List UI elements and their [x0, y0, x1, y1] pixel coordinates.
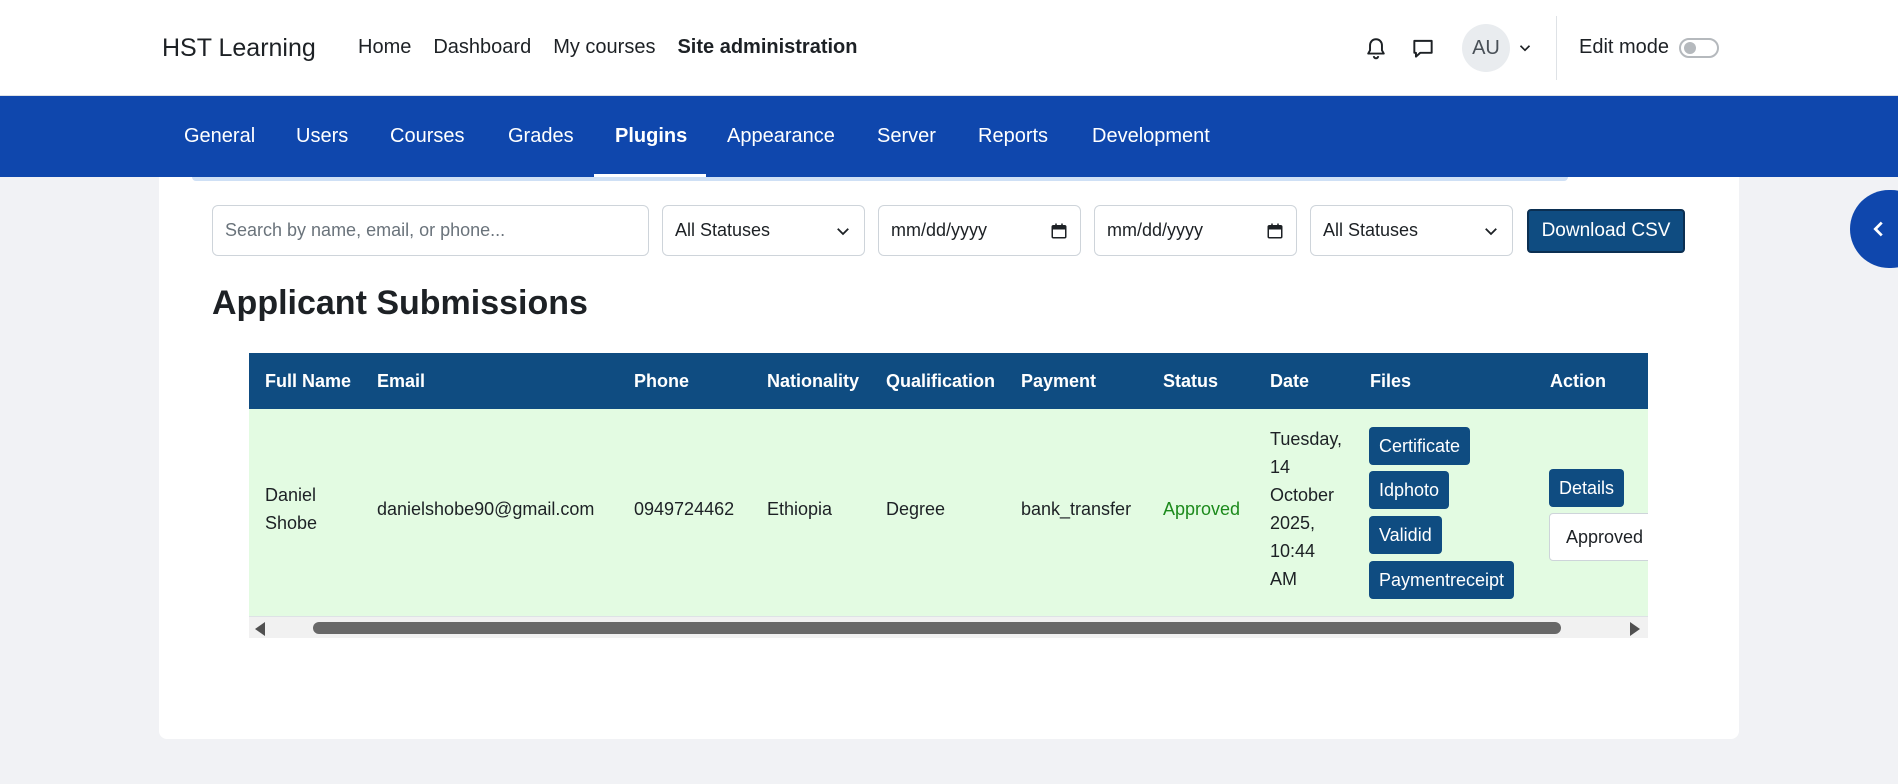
top-navbar: HST Learning Home Dashboard My courses S… — [0, 0, 1898, 96]
date-from-value: mm/dd/yyyy — [891, 220, 988, 240]
tab-users[interactable]: Users — [296, 96, 348, 177]
chevron-down-icon — [1485, 227, 1497, 235]
file-idphoto-button[interactable]: Idphoto — [1369, 471, 1450, 509]
col-qualification: Qualification — [886, 370, 996, 391]
date-line: Tuesday, — [1270, 429, 1343, 449]
tab-appearance[interactable]: Appearance — [727, 96, 835, 177]
calendar-icon[interactable] — [1266, 222, 1284, 240]
chevron-down-icon — [837, 227, 849, 235]
cell-qualification: Degree — [886, 499, 946, 519]
scroll-left-arrow[interactable] — [255, 622, 265, 636]
divider — [1556, 16, 1557, 80]
date-line: 2025, — [1270, 513, 1316, 533]
table-row: Daniel Shobe danielshobe90@gmail.com 094… — [249, 409, 1648, 617]
date-line: AM — [1270, 569, 1297, 589]
status-filter-select[interactable]: All Statuses — [662, 205, 865, 256]
status-filter-value: All Statuses — [675, 220, 771, 240]
search-input[interactable]: Search by name, email, or phone... — [212, 205, 649, 256]
date-to-value: mm/dd/yyyy — [1107, 220, 1204, 240]
horizontal-scrollbar[interactable] — [249, 617, 1648, 638]
avatar[interactable]: AU — [1462, 24, 1510, 72]
download-csv-button[interactable]: Download CSV — [1527, 209, 1685, 253]
tab-development[interactable]: Development — [1092, 96, 1210, 177]
cell-nationality: Ethiopia — [767, 499, 833, 519]
col-files: Files — [1370, 370, 1412, 391]
status-filter-value-2: All Statuses — [1323, 220, 1419, 240]
tab-general[interactable]: General — [184, 96, 255, 177]
site-brand[interactable]: HST Learning — [162, 34, 316, 63]
tab-server[interactable]: Server — [877, 96, 936, 177]
nav-site-administration[interactable]: Site administration — [677, 36, 857, 59]
nav-home[interactable]: Home — [358, 36, 411, 59]
date-line: 14 — [1270, 457, 1291, 477]
col-full-name: Full Name — [265, 370, 352, 391]
cell-full-name: Daniel Shobe — [265, 481, 317, 537]
table-header: Full Name Email Phone Nationality Qualif… — [249, 353, 1648, 409]
col-action: Action — [1550, 370, 1606, 391]
cell-email: danielshobe90@gmail.com — [377, 499, 595, 519]
page-title: Applicant Submissions — [212, 284, 588, 322]
message-icon[interactable] — [1410, 36, 1436, 62]
admin-secondary-nav: General Users Courses Grades Plugins App… — [0, 96, 1898, 177]
details-button[interactable]: Details — [1549, 469, 1625, 507]
search-placeholder: Search by name, email, or phone... — [225, 220, 506, 240]
scroll-right-arrow[interactable] — [1630, 622, 1640, 636]
tab-plugins[interactable]: Plugins — [615, 96, 687, 177]
tab-grades[interactable]: Grades — [508, 96, 574, 177]
status-filter-select-2[interactable]: All Statuses — [1310, 205, 1513, 256]
tab-courses[interactable]: Courses — [390, 96, 464, 177]
edit-mode-label: Edit mode — [1579, 36, 1670, 58]
chevron-down-icon[interactable] — [1516, 39, 1534, 57]
card-top-edge — [192, 177, 1568, 181]
file-validid-button[interactable]: Validid — [1369, 516, 1442, 554]
full-name-line: Daniel — [265, 485, 317, 505]
col-payment: Payment — [1021, 370, 1097, 391]
edit-mode-control[interactable]: Edit mode — [1579, 36, 1720, 59]
submissions-table: Full Name Email Phone Nationality Qualif… — [249, 353, 1648, 638]
col-email: Email — [377, 370, 426, 391]
user-menu[interactable]: AU — [1462, 24, 1534, 72]
cell-date: Tuesday, 14 October 2025, 10:44 AM — [1270, 425, 1342, 593]
nav-my-courses[interactable]: My courses — [553, 36, 655, 59]
file-certificate-button[interactable]: Certificate — [1369, 427, 1471, 465]
cell-payment: bank_transfer — [1021, 499, 1132, 519]
primary-nav: Home Dashboard My courses Site administr… — [358, 36, 857, 59]
full-name-line: Shobe — [265, 513, 318, 533]
date-to-input[interactable]: mm/dd/yyyy — [1094, 205, 1297, 256]
nav-dashboard[interactable]: Dashboard — [433, 36, 531, 59]
col-status: Status — [1163, 370, 1219, 391]
file-paymentreceipt-button[interactable]: Paymentreceipt — [1369, 561, 1515, 599]
calendar-icon[interactable] — [1050, 222, 1068, 240]
date-from-input[interactable]: mm/dd/yyyy — [878, 205, 1081, 256]
date-line: 10:44 — [1270, 541, 1316, 561]
date-line: October — [1270, 485, 1335, 505]
drawer-toggle-button[interactable] — [1850, 190, 1898, 268]
scroll-thumb[interactable] — [313, 622, 1561, 634]
bell-icon[interactable] — [1363, 36, 1389, 62]
col-date: Date — [1270, 370, 1310, 391]
edit-mode-toggle[interactable] — [1679, 37, 1720, 58]
cell-phone: 0949724462 — [634, 499, 735, 519]
tab-reports[interactable]: Reports — [978, 96, 1048, 177]
action-status-select[interactable]: Approved — [1549, 513, 1648, 561]
cell-status: Approved — [1163, 499, 1241, 519]
col-nationality: Nationality — [767, 370, 860, 391]
chevron-left-icon — [1873, 221, 1883, 237]
col-phone: Phone — [634, 370, 690, 391]
